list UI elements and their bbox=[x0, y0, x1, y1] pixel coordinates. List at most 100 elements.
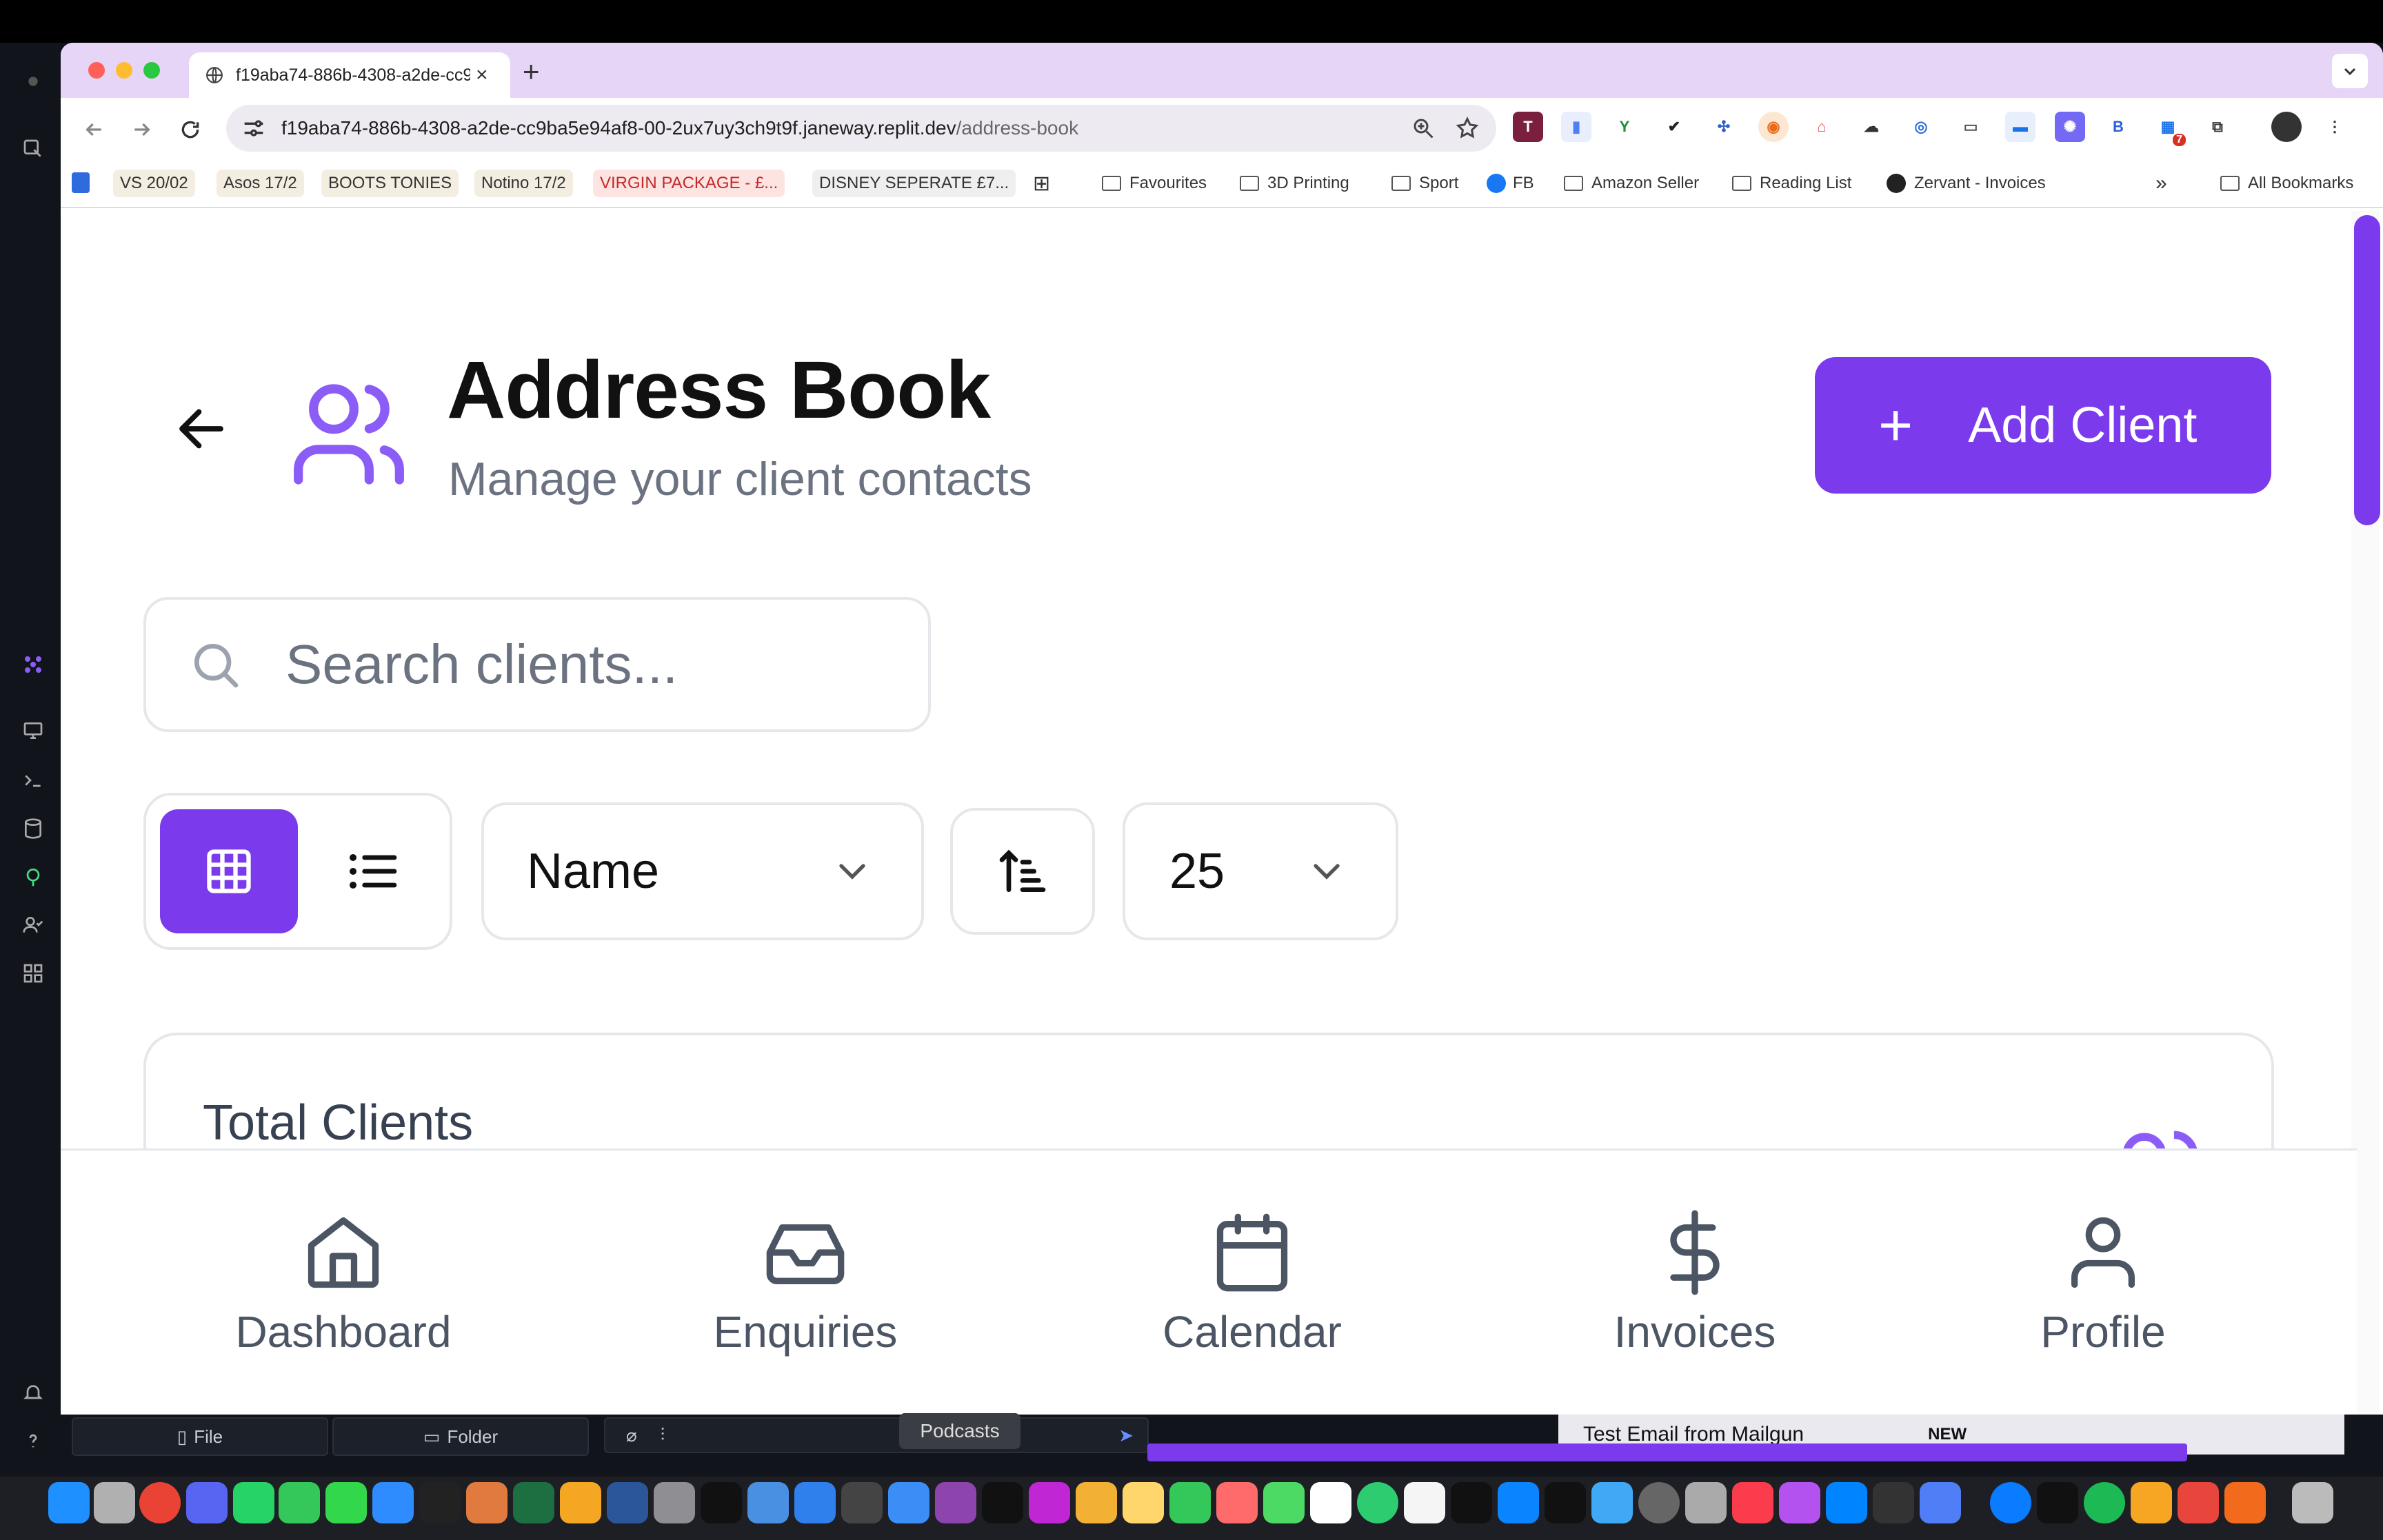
minimize-window-button[interactable] bbox=[116, 62, 132, 79]
photos-icon[interactable] bbox=[1076, 1482, 1117, 1523]
puzzle-app-extension-icon[interactable]: ✺ bbox=[2055, 112, 2085, 142]
reminders-icon[interactable] bbox=[1404, 1482, 1445, 1523]
preview-icon[interactable] bbox=[17, 714, 50, 747]
search-box[interactable] bbox=[143, 597, 931, 732]
final-cut-icon[interactable] bbox=[841, 1482, 883, 1523]
grid-view-button[interactable] bbox=[160, 809, 298, 933]
mail-icon[interactable] bbox=[747, 1482, 789, 1523]
messages-icon[interactable] bbox=[325, 1482, 367, 1523]
send-icon[interactable]: ➤ bbox=[1118, 1425, 1134, 1446]
spotify-icon[interactable] bbox=[2084, 1482, 2125, 1523]
chrome-extension-icon[interactable]: ◉ bbox=[1758, 112, 1789, 142]
close-window-button[interactable] bbox=[88, 62, 105, 79]
all-bookmarks-folder[interactable]: All Bookmarks bbox=[2213, 170, 2360, 197]
bookmark-star-icon[interactable] bbox=[1455, 116, 1480, 141]
app-store-icon[interactable] bbox=[1498, 1482, 1539, 1523]
pages-icon[interactable] bbox=[560, 1482, 601, 1523]
bookmark-item[interactable]: Notino 17/2 bbox=[474, 170, 573, 197]
select-icon[interactable] bbox=[17, 132, 50, 165]
word-icon[interactable] bbox=[607, 1482, 648, 1523]
bell-icon[interactable] bbox=[17, 1376, 50, 1409]
maps-icon[interactable] bbox=[794, 1482, 836, 1523]
back-button[interactable] bbox=[74, 110, 113, 149]
podcasts-icon[interactable] bbox=[935, 1482, 976, 1523]
new-tab-button[interactable]: + bbox=[523, 55, 540, 88]
excel-icon[interactable] bbox=[513, 1482, 554, 1523]
apps-icon[interactable] bbox=[17, 957, 50, 990]
launchpad-icon[interactable] bbox=[94, 1482, 135, 1523]
nav-invoices[interactable]: Invoices bbox=[1550, 1151, 1840, 1415]
address-bar[interactable]: f19aba74-886b-4308-a2de-cc9ba5e94af8-00-… bbox=[226, 105, 1496, 152]
facetime-icon[interactable] bbox=[1169, 1482, 1211, 1523]
nav-enquiries[interactable]: Enquiries bbox=[661, 1151, 950, 1415]
add-client-button[interactable]: + Add Client bbox=[1815, 357, 2271, 494]
terminal-icon[interactable] bbox=[701, 1482, 742, 1523]
mountain-app-icon[interactable] bbox=[2037, 1482, 2078, 1523]
apple-tv-icon[interactable] bbox=[1451, 1482, 1492, 1523]
nav-profile[interactable]: Profile bbox=[1958, 1151, 2248, 1415]
bookmark-folder[interactable]: Sport bbox=[1385, 170, 1465, 197]
typora-icon[interactable] bbox=[2131, 1482, 2172, 1523]
fingerprint-extension-icon[interactable]: ◎ bbox=[1906, 112, 1936, 142]
bookmark-item[interactable]: VS 20/02 bbox=[113, 170, 195, 197]
freeform-icon[interactable] bbox=[1216, 1482, 1258, 1523]
profile-avatar[interactable] bbox=[2271, 112, 2302, 142]
calendar-app-icon[interactable] bbox=[1310, 1482, 1351, 1523]
apps-grid-icon[interactable]: ⊞ bbox=[1026, 170, 1057, 197]
bookmark-folder[interactable]: Reading List bbox=[1725, 170, 1858, 197]
cube-app-icon[interactable] bbox=[1545, 1482, 1586, 1523]
replit-app-icon[interactable] bbox=[2224, 1482, 2266, 1523]
finder-icon[interactable] bbox=[48, 1482, 90, 1523]
search-input[interactable] bbox=[284, 632, 880, 697]
bookmark-item[interactable]: FB bbox=[1480, 170, 1541, 197]
forward-button[interactable] bbox=[123, 110, 161, 149]
deploy-icon[interactable] bbox=[17, 860, 50, 893]
database-icon[interactable] bbox=[17, 812, 50, 845]
bookmark-favicon-icon[interactable] bbox=[72, 172, 90, 193]
site-settings-icon[interactable] bbox=[240, 114, 268, 142]
focus-app-icon[interactable] bbox=[1357, 1482, 1398, 1523]
replit-agent-icon[interactable] bbox=[17, 648, 50, 681]
1password-icon[interactable] bbox=[1990, 1482, 2031, 1523]
claude-icon[interactable] bbox=[466, 1482, 507, 1523]
bookmark-item[interactable]: Asos 17/2 bbox=[217, 170, 304, 197]
activity-icon[interactable] bbox=[1591, 1482, 1633, 1523]
utility-app-icon[interactable] bbox=[1920, 1482, 1961, 1523]
music-icon[interactable] bbox=[1732, 1482, 1773, 1523]
tr-app-icon[interactable] bbox=[982, 1482, 1023, 1523]
feedback-icon[interactable] bbox=[1779, 1482, 1820, 1523]
chrome-icon[interactable] bbox=[139, 1482, 181, 1523]
sort-field-select[interactable]: Name bbox=[481, 802, 924, 940]
sort-direction-button[interactable] bbox=[950, 808, 1095, 935]
find-my-icon[interactable] bbox=[1263, 1482, 1305, 1523]
numbers-icon[interactable] bbox=[279, 1482, 320, 1523]
bookmark-folder[interactable]: Amazon Seller bbox=[1557, 170, 1706, 197]
reload-button[interactable] bbox=[171, 110, 210, 149]
chatgpt-icon[interactable] bbox=[419, 1482, 461, 1523]
bookmark-item[interactable]: BOOTS TONIES bbox=[321, 170, 459, 197]
bookmark-folder[interactable]: 3D Printing bbox=[1233, 170, 1356, 197]
scrollbar-thumb[interactable] bbox=[2354, 215, 2380, 525]
notes-icon[interactable] bbox=[1123, 1482, 1164, 1523]
bookmark-item[interactable]: Zervant - Invoices bbox=[1880, 170, 2053, 197]
tab-close-icon[interactable]: × bbox=[476, 63, 488, 87]
affinity-icon[interactable] bbox=[1029, 1482, 1070, 1523]
extensions-puzzle-icon[interactable]: ⧉ bbox=[2202, 112, 2233, 142]
safari-icon[interactable] bbox=[888, 1482, 929, 1523]
cloud-download-extension-icon[interactable]: ☁ bbox=[1856, 112, 1887, 142]
stats-extension-icon[interactable]: ▦ 7 bbox=[2153, 112, 2186, 146]
archive-icon[interactable] bbox=[1685, 1482, 1727, 1523]
b-extension-icon[interactable]: B bbox=[2103, 112, 2133, 142]
tab-search-button[interactable] bbox=[2332, 54, 2368, 88]
help-icon[interactable] bbox=[17, 1424, 50, 1457]
users-icon[interactable] bbox=[17, 909, 50, 942]
messenger-icon[interactable] bbox=[1826, 1482, 1867, 1523]
back-arrow-icon[interactable] bbox=[172, 400, 230, 458]
page-size-select[interactable]: 25 bbox=[1123, 802, 1398, 940]
nav-calendar[interactable]: Calendar bbox=[1107, 1151, 1397, 1415]
zoom-window-button[interactable] bbox=[143, 62, 160, 79]
iphone-mirroring-icon[interactable] bbox=[1873, 1482, 1914, 1523]
analytics-extension-icon[interactable]: ▮ bbox=[1561, 112, 1591, 142]
folder-extension-icon[interactable]: ▬ bbox=[2005, 112, 2035, 142]
bookmark-item[interactable]: VIRGIN PACKAGE - £... bbox=[593, 170, 785, 197]
